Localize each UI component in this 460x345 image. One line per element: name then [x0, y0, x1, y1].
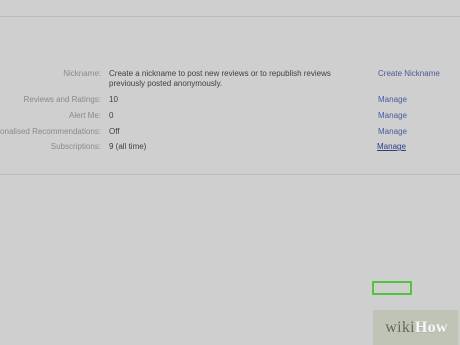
subscriptions-label: Subscriptions:	[50, 142, 101, 151]
recommendations-label: onalised Recommendations:	[0, 127, 101, 136]
reviews-and-ratings-label: Reviews and Ratings:	[23, 95, 101, 104]
manage-alerts-link[interactable]: Manage	[378, 111, 407, 121]
reviews-and-ratings-value: 10	[109, 95, 118, 104]
recommendations-value: Off	[109, 127, 120, 136]
how-watermark-text: How	[414, 318, 448, 336]
alert-me-value: 0	[109, 111, 114, 120]
nickname-value: Create a nickname to post new reviews or…	[109, 69, 331, 88]
subscriptions-value: 9 (all time)	[109, 142, 147, 151]
nickname-label: Nickname:	[63, 69, 101, 78]
manage-subscriptions-link[interactable]: Manage	[377, 142, 406, 152]
bottom-divider	[0, 174, 460, 175]
wikihow-watermark: wiki How	[373, 310, 460, 345]
wiki-watermark-text: wiki	[385, 318, 415, 336]
create-nickname-link[interactable]: Create Nickname	[378, 69, 440, 79]
manage-reviews-link[interactable]: Manage	[378, 95, 407, 105]
top-divider	[0, 16, 460, 17]
manage-subscriptions-highlight	[372, 281, 412, 295]
manage-recommendations-link[interactable]: Manage	[378, 127, 407, 137]
alert-me-label: Alert Me:	[68, 111, 101, 120]
